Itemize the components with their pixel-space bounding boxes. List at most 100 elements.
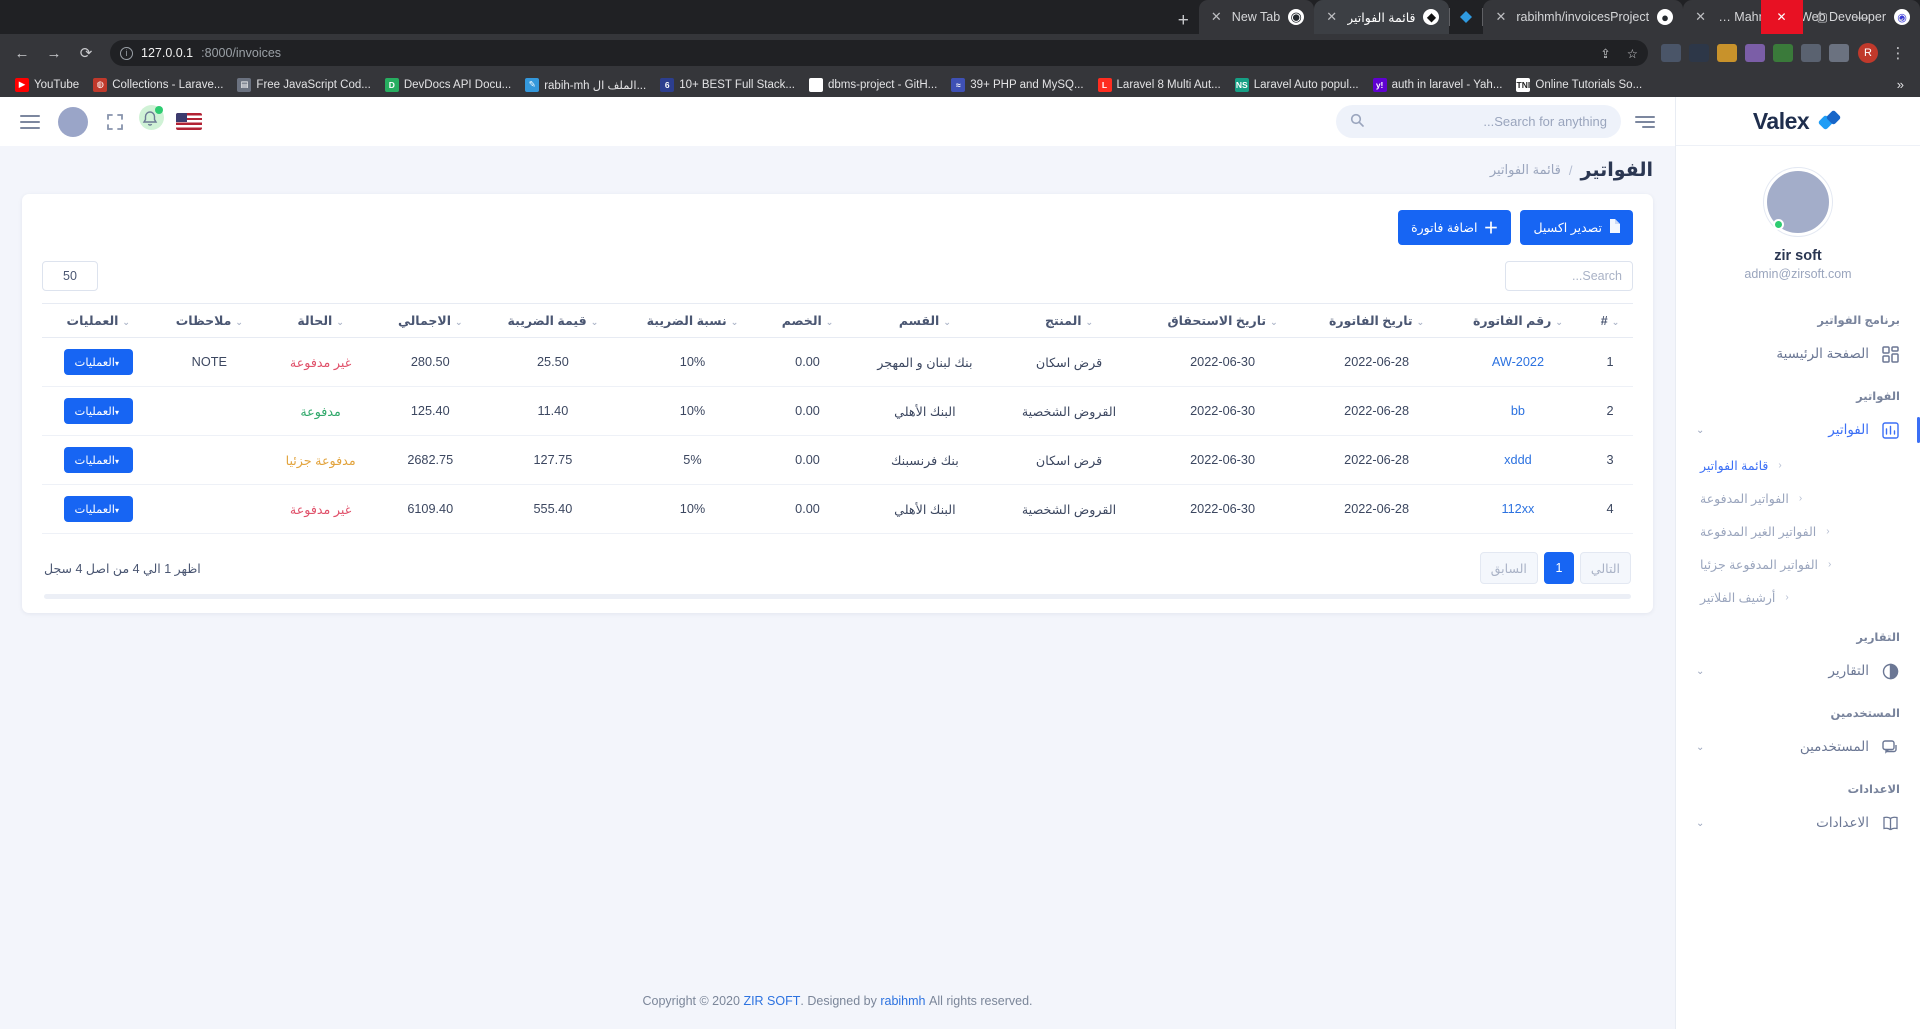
us-flag-icon[interactable] [176,113,202,130]
puzzle-extensions-icon[interactable] [1801,44,1821,62]
bookmark-star-icon[interactable]: ☆ [1627,46,1638,61]
minimize-button[interactable]: — [1842,10,1882,24]
bell-icon[interactable] [139,105,164,133]
sidebar-subitem[interactable]: الفواتير المدفوعة جزئيا ‹ [1676,548,1920,581]
column-header-notes[interactable]: ⌄ملاحظات [154,303,265,338]
column-header-tax_value[interactable]: ⌄قيمة الضريبة [483,303,623,338]
add-invoice-label: اضافة فاتورة [1411,221,1478,235]
invoice-link[interactable]: bb [1511,404,1525,418]
list-icon[interactable] [1635,115,1655,128]
operations-button[interactable]: ▾العمليات [63,349,134,375]
column-header-idx[interactable]: ⌄# [1587,303,1633,338]
column-header-operations[interactable]: ⌄العمليات [42,303,155,338]
back-icon[interactable]: ← [8,39,36,67]
address-bar[interactable]: i 127.0.0.1:8000/invoices ⇪ ☆ [110,40,1648,66]
sidebar-item-book[interactable]: الاعدادات ⌄ [1676,804,1920,842]
column-header-discount[interactable]: ⌄الخصم [762,303,853,338]
extension-icon-3[interactable] [1717,44,1737,62]
breadcrumb-current[interactable]: قائمة الفواتير [1490,162,1561,178]
bookmark-item[interactable]: TNI Online Tutorials So... [1509,77,1649,92]
column-header-tax_rate[interactable]: ⌄نسبة الضريبة [622,303,763,338]
bookmark-item[interactable]: ▤ Free JavaScript Cod... [230,77,377,92]
sidebar-subitem[interactable]: الفواتير الغير المدفوعة ‹ [1676,515,1920,548]
sidebar-item-pie[interactable]: التقارير ⌄ [1676,652,1920,690]
sidebar-subitem[interactable]: الفواتير المدفوعة ‹ [1676,482,1920,515]
close-icon[interactable]: ✕ [1495,9,1506,25]
pagination-page-1[interactable]: 1 [1543,552,1574,584]
bookmark-item[interactable]: ▶ YouTube [8,77,86,92]
pagination-previous-button[interactable]: السابق [1479,552,1538,584]
add-invoice-button[interactable]: اضافة فاتورة ＋ [1398,210,1512,245]
bookmark-item[interactable]: y! auth in laravel - Yah... [1366,77,1510,92]
footer-company-link[interactable]: ZIR SOFT [743,994,800,1008]
browser-tab[interactable]: ◉ New Tab ✕ [1198,0,1315,34]
bookmark-item[interactable]: ◍ Collections - Larave... [86,77,230,92]
entries-per-page-input[interactable] [42,261,98,291]
chrome-menu-icon[interactable]: ⋮ [1884,39,1912,67]
bookmark-item[interactable]: L Laravel 8 Multi Aut... [1091,77,1228,92]
column-header-department[interactable]: ⌄القسم [852,303,998,338]
close-icon[interactable]: ✕ [1695,9,1706,25]
tab-search-icon[interactable]: ⌄ [1882,10,1920,24]
invoice-link[interactable]: xddd [1504,453,1532,467]
new-tab-button[interactable]: + [1168,11,1199,34]
extension-icon-1[interactable] [1661,44,1681,62]
sidebar-subitem[interactable]: قائمة الفواتير ‹ [1676,449,1920,482]
chevron-down-icon[interactable]: ⌄ [1696,666,1704,677]
operations-button[interactable]: ▾العمليات [63,447,134,473]
sidebar-subitem[interactable]: أرشيف الفلاتير ‹ [1676,581,1920,614]
column-header-invoice_date[interactable]: ⌄تاريخ الفاتورة [1304,303,1449,338]
fullscreen-icon[interactable] [106,113,124,131]
column-header-due_date[interactable]: ⌄تاريخ الاستحقاق [1140,303,1305,338]
avatar[interactable] [1764,168,1832,236]
extension-icon-5[interactable] [1773,44,1793,62]
chevron-down-icon[interactable]: ⌄ [1696,425,1704,436]
sidebar-item-grid[interactable]: الصفحة الرئيسية [1676,335,1920,373]
export-excel-button[interactable]: تصدير اكسيل [1520,210,1633,245]
chevron-down-icon[interactable]: ⌄ [1696,818,1704,829]
search-input[interactable] [1374,114,1607,129]
application-root: Valex zir soft admin@zirsoft.com برنامج … [0,97,1920,1029]
pagination-next-button[interactable]: التالي [1579,552,1631,584]
reload-icon[interactable]: ⟳ [72,39,100,67]
column-header-status[interactable]: ⌄الحالة [264,303,378,338]
bookmark-item[interactable]: ✎ rabih-mh الملف ال... [518,77,653,92]
close-icon[interactable]: ✕ [1211,9,1222,25]
forward-icon[interactable]: → [40,39,68,67]
column-header-invoice_no[interactable]: ⌄رقم الفاتورة [1448,303,1587,338]
topbar-avatar[interactable] [58,106,88,137]
column-header-total[interactable]: ⌄الاجمالي [377,303,484,338]
hamburger-icon[interactable] [20,114,40,129]
bookmarks-overflow-icon[interactable]: » [1889,77,1912,92]
bookmark-item[interactable]: D DevDocs API Docu... [378,77,518,92]
browser-tab[interactable]: ● rabihmh/invoicesProject ✕ [1483,0,1684,34]
invoice-link[interactable]: 112xx [1501,502,1534,516]
horizontal-scrollbar[interactable] [44,594,1631,599]
sidepanel-icon[interactable] [1829,44,1849,62]
brand-logo[interactable]: Valex [1676,97,1920,146]
invoice-link[interactable]: AW-2022 [1492,355,1544,369]
maximize-button[interactable]: ▢ [1803,10,1842,24]
bookmark-item[interactable]: NS Laravel Auto popul... [1228,77,1366,92]
profile-avatar[interactable]: R [1858,43,1878,63]
browser-tab[interactable]: ◆ قائمة الفواتير ✕ [1314,0,1450,34]
extension-icon-4[interactable] [1745,44,1765,62]
chevron-down-icon[interactable]: ⌄ [1696,742,1704,753]
bookmark-item[interactable]: 6 10+ BEST Full Stack... [653,77,802,92]
bookmark-item[interactable]: dbms-project - GitH... [802,77,944,92]
window-close-button[interactable]: ✕ [1760,0,1803,34]
footer-author-link[interactable]: rabihmh [880,994,925,1008]
operations-button[interactable]: ▾العمليات [63,398,134,424]
operations-button[interactable]: ▾العمليات [63,496,134,522]
column-header-product[interactable]: ⌄المنتج [997,303,1141,338]
share-icon[interactable]: ⇪ [1600,46,1610,61]
global-search[interactable] [1336,105,1621,138]
sidebar-item-chat[interactable]: المستخدمين ⌄ [1676,728,1920,766]
close-icon[interactable]: ✕ [1326,9,1337,25]
site-info-icon[interactable]: i [120,46,133,60]
bookmark-item[interactable]: ≈39+ PHP and MySQ... [944,77,1090,92]
sidebar-item-chart[interactable]: الفواتير ⌄ [1676,411,1920,449]
browser-tab[interactable] [1450,0,1483,34]
extension-icon-2[interactable] [1689,44,1709,62]
table-search-input[interactable] [1505,261,1633,291]
